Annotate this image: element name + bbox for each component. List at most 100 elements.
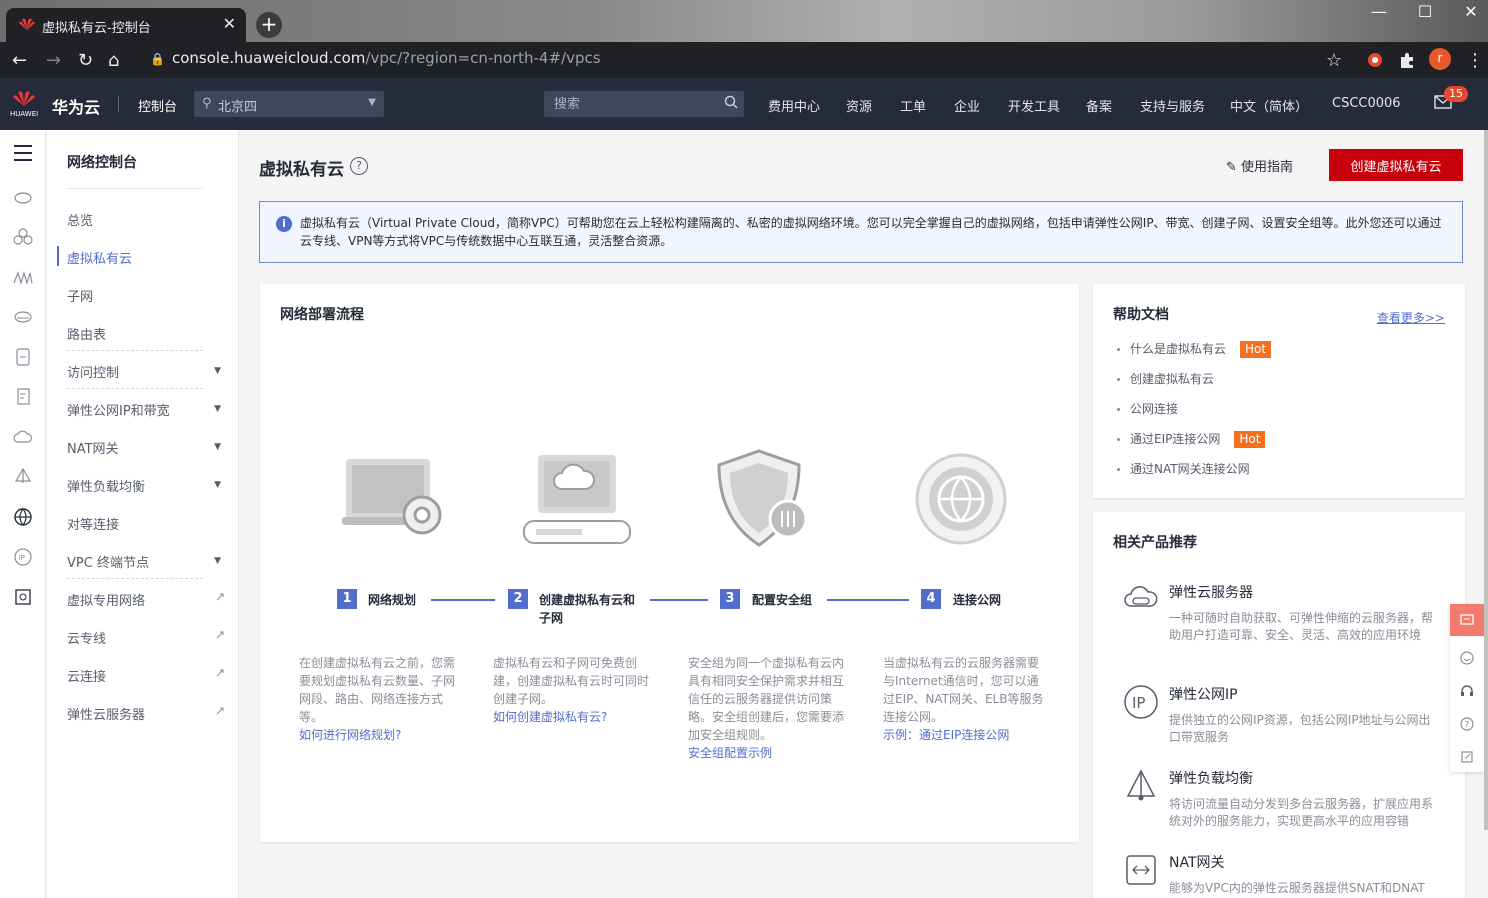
nav-resources[interactable]: 资源 xyxy=(846,96,872,115)
sidebar-item-subnet[interactable]: 子网 xyxy=(67,286,237,306)
sidebar-title: 网络控制台 xyxy=(67,155,137,171)
step-help-link[interactable]: 示例：通过EIP连接公网 xyxy=(883,726,1048,744)
chevron-down-icon: ▼ xyxy=(368,97,376,108)
svg-text:IP: IP xyxy=(19,554,25,562)
sidebar-item-overview[interactable]: 总览 xyxy=(67,210,237,230)
browser-menu-icon[interactable]: ⋮ xyxy=(1466,50,1484,71)
storage-icon[interactable] xyxy=(12,306,34,328)
brand-name[interactable]: 华为云 xyxy=(52,94,100,118)
nav-icp[interactable]: 备案 xyxy=(1086,96,1112,115)
sidebar-item-nat[interactable]: NAT网关 ▼ xyxy=(67,438,237,458)
help-item[interactable]: 通过NAT网关连接公网 xyxy=(1117,460,1250,477)
sidebar-item-label: VPC 终端节点 xyxy=(67,556,149,571)
ip-icon-text: IP xyxy=(1132,694,1145,712)
caret-down-icon: ▼ xyxy=(214,404,221,414)
url-field[interactable]: console.huaweicloud.com/vpc/?region=cn-n… xyxy=(172,49,601,67)
extension-icon[interactable] xyxy=(1366,51,1384,69)
bullet-icon xyxy=(1117,378,1120,381)
step-label: 创建虚拟私有云和子网 xyxy=(539,593,636,625)
sidebar-item-label: 弹性负载均衡 xyxy=(67,480,146,495)
cloud-server-icon[interactable] xyxy=(12,186,34,208)
sidebar-item-vpc[interactable]: 虚拟私有云 xyxy=(67,248,237,268)
step-help-link[interactable]: 如何进行网络规划? xyxy=(299,726,464,744)
question-icon[interactable]: ? xyxy=(1460,717,1474,731)
sidebar-item-vpn[interactable]: 虚拟专用网络 xyxy=(67,590,237,610)
internet-illustration xyxy=(915,453,1007,545)
help-item[interactable]: 创建虚拟私有云 xyxy=(1117,370,1214,387)
help-item[interactable]: 什么是虚拟私有云 Hot xyxy=(1117,340,1272,358)
scrollbar[interactable] xyxy=(1484,130,1488,830)
usage-guide-link[interactable]: ✎ 使用指南 xyxy=(1226,156,1293,175)
minimize-icon[interactable]: — xyxy=(1356,0,1402,30)
network-wave-icon[interactable] xyxy=(12,266,34,288)
info-icon: i xyxy=(276,216,292,232)
hot-badge: Hot xyxy=(1240,341,1272,358)
back-icon[interactable]: ← xyxy=(12,50,27,71)
sidebar-item-elb[interactable]: 弹性负载均衡 ▼ xyxy=(67,476,237,496)
help-item-label: 公网连接 xyxy=(1130,402,1179,416)
console-link[interactable]: 控制台 xyxy=(138,96,177,115)
region-selector[interactable]: ⚲ 北京四 ▼ xyxy=(194,91,384,117)
nav-tickets[interactable]: 工单 xyxy=(900,96,926,115)
menu-icon[interactable] xyxy=(12,142,34,164)
related-title: 相关产品推荐 xyxy=(1113,535,1197,551)
product-description: 提供独立的公网IP资源，包括公网IP地址与公网出口带宽服务 xyxy=(1169,713,1431,744)
search-input[interactable] xyxy=(544,91,744,117)
edit-note-icon[interactable] xyxy=(1460,750,1474,764)
profile-avatar[interactable]: r xyxy=(1429,48,1451,70)
nav-enterprise[interactable]: 企业 xyxy=(954,96,980,115)
nav-support[interactable]: 支持与服务 xyxy=(1140,96,1205,115)
load-balancer-icon[interactable] xyxy=(12,466,34,488)
flow-title: 网络部署流程 xyxy=(280,307,364,323)
help-question-icon[interactable]: ? xyxy=(350,157,368,175)
browser-tab[interactable]: 虚拟私有云-控制台 ✕ xyxy=(6,8,246,42)
database-icon[interactable] xyxy=(12,346,34,368)
ip-icon[interactable]: IP xyxy=(12,546,34,568)
caret-down-icon: ▼ xyxy=(214,556,221,566)
nav-billing[interactable]: 费用中心 xyxy=(768,96,820,115)
step-help-link[interactable]: 如何创建虚拟私有云? xyxy=(493,708,658,726)
feedback-button[interactable] xyxy=(1450,604,1484,636)
step-help-link[interactable]: 安全组配置示例 xyxy=(688,744,853,762)
reload-icon[interactable]: ↻ xyxy=(78,50,93,71)
cluster-icon[interactable] xyxy=(12,226,34,248)
nav-language[interactable]: 中文（简体） xyxy=(1230,96,1308,115)
home-icon[interactable]: ⌂ xyxy=(108,50,119,71)
logo-text: HUAWEI xyxy=(10,110,39,118)
guide-book-icon: ✎ xyxy=(1226,160,1242,175)
nav-dev-tools[interactable]: 开发工具 xyxy=(1008,96,1060,115)
sidebar-item-label: 对等连接 xyxy=(67,518,120,533)
help-item[interactable]: 通过EIP连接公网 Hot xyxy=(1117,430,1266,448)
close-window-icon[interactable]: ✕ xyxy=(1448,0,1488,30)
location-pin-icon: ⚲ xyxy=(202,96,212,111)
network-planning-illustration xyxy=(342,459,442,535)
sidebar-item-peering[interactable]: 对等连接 xyxy=(67,514,237,534)
step-description: 在创建虚拟私有云之前，您需要规划虚拟私有云数量、子网网段、路由、网络连接方式等。… xyxy=(299,654,464,744)
globe-icon[interactable] xyxy=(12,506,34,528)
maximize-icon[interactable]: ☐ xyxy=(1402,0,1448,30)
sidebar-item-access-control[interactable]: 访问控制 ▼ xyxy=(67,362,237,382)
new-tab-button[interactable]: + xyxy=(256,12,282,38)
nav-account[interactable]: CSCC0006 xyxy=(1332,96,1401,111)
smile-icon[interactable] xyxy=(1460,651,1474,665)
cloud-icon[interactable] xyxy=(12,426,34,448)
tab-close-icon[interactable]: ✕ xyxy=(223,14,236,33)
support-headset-icon[interactable] xyxy=(1460,684,1474,698)
sidebar-item-direct-connect[interactable]: 云专线 xyxy=(67,628,237,648)
bookmark-star-icon[interactable]: ☆ xyxy=(1326,50,1342,71)
forward-icon[interactable]: → xyxy=(46,50,61,71)
step-number: 2 xyxy=(508,589,528,609)
nat-icon[interactable] xyxy=(12,586,34,608)
sidebar-item-ecs[interactable]: 弹性云服务器 xyxy=(67,704,237,724)
document-icon[interactable] xyxy=(12,386,34,408)
sidebar-item-vpc-endpoint[interactable]: VPC 终端节点 ▼ xyxy=(67,552,237,572)
view-more-link[interactable]: 查看更多>> xyxy=(1377,309,1445,326)
create-vpc-button[interactable]: 创建虚拟私有云 xyxy=(1329,149,1463,181)
nat-gateway-icon xyxy=(1126,855,1156,885)
sidebar-item-eip[interactable]: 弹性公网IP和带宽 ▼ xyxy=(67,400,237,420)
extensions-puzzle-icon[interactable] xyxy=(1398,51,1416,69)
search-icon[interactable] xyxy=(724,95,738,109)
sidebar-item-route-table[interactable]: 路由表 xyxy=(67,324,237,344)
sidebar-item-cloud-connect[interactable]: 云连接 xyxy=(67,666,237,686)
help-item[interactable]: 公网连接 xyxy=(1117,400,1178,417)
